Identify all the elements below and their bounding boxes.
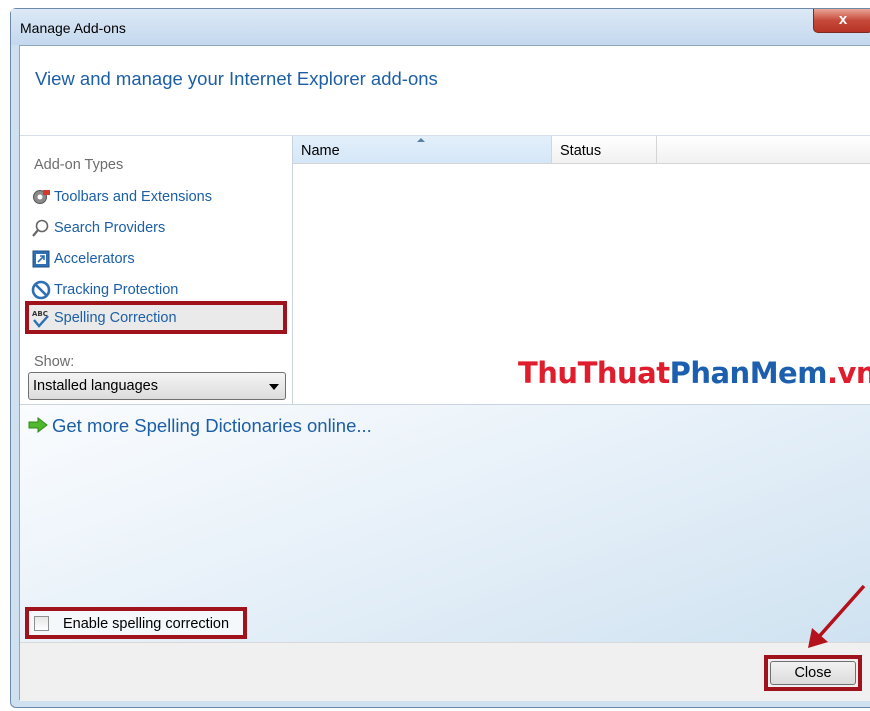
details-pane: Get more Spelling Dictionaries online...… xyxy=(20,404,870,643)
type-label: Tracking Protection xyxy=(54,282,179,298)
column-header-empty xyxy=(657,136,870,164)
show-dropdown-value: Installed languages xyxy=(33,378,158,394)
window-title: Manage Add-ons xyxy=(20,20,126,36)
magnifier-icon xyxy=(30,217,52,239)
column-header-status-label: Status xyxy=(560,143,602,159)
svg-text:ABC: ABC xyxy=(32,310,48,318)
manage-addons-window: Manage Add-ons x View and manage your In… xyxy=(10,8,870,708)
type-tracking-protection[interactable]: Tracking Protection xyxy=(30,277,290,303)
annotation-arrow-icon xyxy=(808,584,866,648)
close-button-highlight: Close xyxy=(764,655,862,691)
type-label: Spelling Correction xyxy=(54,310,177,326)
get-more-dictionaries-link[interactable]: Get more Spelling Dictionaries online... xyxy=(28,415,372,437)
show-dropdown[interactable]: Installed languages xyxy=(28,372,286,400)
watermark-part2: PhanMem xyxy=(669,356,828,390)
dialog-heading: View and manage your Internet Explorer a… xyxy=(35,68,438,89)
accelerator-icon xyxy=(30,248,52,270)
watermark-logo: ThuThuatPhanMem.vn xyxy=(518,356,870,390)
column-header-status[interactable]: Status xyxy=(552,136,657,164)
get-more-link-text: Get more Spelling Dictionaries online... xyxy=(52,415,372,436)
addon-list-pane: Name Status ThuThuatPhanMem.vn xyxy=(293,136,870,404)
green-arrow-icon xyxy=(28,416,48,436)
gear-icon xyxy=(30,186,52,208)
watermark-part1: ThuThuat xyxy=(518,356,670,390)
type-spelling-correction[interactable]: ABC Spelling Correction xyxy=(30,305,290,331)
window-close-button[interactable]: x xyxy=(813,9,870,33)
show-label: Show: xyxy=(34,354,75,370)
type-label: Accelerators xyxy=(54,251,135,267)
type-toolbars-and-extensions[interactable]: Toolbars and Extensions xyxy=(30,184,290,210)
column-header-name[interactable]: Name xyxy=(293,136,552,164)
close-button[interactable]: Close xyxy=(770,661,856,685)
type-label: Search Providers xyxy=(54,220,166,236)
dialog-footer: Close xyxy=(20,642,870,701)
title-bar[interactable]: Manage Add-ons x xyxy=(11,9,870,45)
enable-spelling-checkbox[interactable] xyxy=(34,616,49,631)
type-search-providers[interactable]: Search Providers xyxy=(30,215,290,241)
addon-types-label: Add-on Types xyxy=(34,157,124,173)
column-header-name-label: Name xyxy=(301,143,340,159)
abc-check-icon: ABC xyxy=(30,307,52,329)
dialog-client-area: View and manage your Internet Explorer a… xyxy=(19,45,870,701)
chevron-down-icon xyxy=(269,384,279,390)
enable-spelling-label[interactable]: Enable spelling correction xyxy=(63,616,229,632)
type-accelerators[interactable]: Accelerators xyxy=(30,246,290,272)
enable-spelling-highlight: Enable spelling correction xyxy=(25,607,247,639)
type-label: Toolbars and Extensions xyxy=(54,189,212,205)
addon-types-pane: Add-on Types Toolbars and Extensions Sea… xyxy=(20,136,293,404)
watermark-part3: .vn xyxy=(826,356,870,390)
sort-ascending-icon xyxy=(417,138,425,142)
no-entry-icon xyxy=(30,279,52,301)
